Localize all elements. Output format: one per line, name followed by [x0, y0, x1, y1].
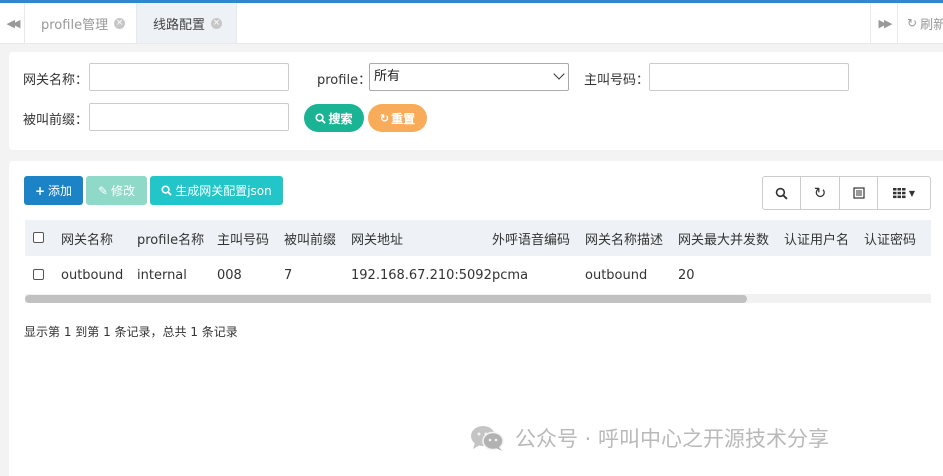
- column-header[interactable]: 认证密码: [864, 220, 916, 256]
- column-header[interactable]: 网关名称: [61, 220, 113, 256]
- add-button-label: 添加: [48, 184, 73, 198]
- table-cell: 20: [678, 267, 695, 283]
- tab-label: profile管理: [41, 17, 109, 33]
- table-search-button[interactable]: [763, 177, 801, 209]
- generate-json-label: 生成网关配置json: [175, 184, 272, 198]
- refresh-icon: ↻: [813, 184, 827, 202]
- column-header[interactable]: 主叫号码: [217, 220, 269, 256]
- refresh-icon: ↻: [907, 16, 918, 30]
- column-header[interactable]: 网关名称描述: [585, 220, 663, 256]
- column-header[interactable]: 网关地址: [351, 220, 403, 256]
- table-row[interactable]: outbound internal 008 7 192.168.67.210:5…: [25, 256, 931, 295]
- search-icon: [315, 112, 327, 124]
- search-icon: [161, 185, 172, 196]
- list-icon: [852, 187, 865, 199]
- columns-dropdown-button[interactable]: ▼: [878, 177, 930, 209]
- select-all-checkbox[interactable]: [33, 232, 44, 243]
- profile-selected-value: 所有: [374, 69, 401, 84]
- plus-icon: +: [34, 183, 46, 198]
- tab-profile-management[interactable]: profile管理 ×: [25, 3, 137, 43]
- tabs-scroll-right-button[interactable]: ▶▶: [870, 3, 898, 43]
- watermark: 公众号 · 呼叫中心之开源技术分享: [469, 422, 829, 454]
- table-header: 网关名称 profile名称 主叫号码 被叫前缀 网关地址 外呼语音编码 网关名…: [25, 220, 931, 256]
- gateway-name-input[interactable]: [89, 63, 289, 91]
- double-chevron-right-icon: ▶▶: [878, 16, 893, 30]
- edit-button[interactable]: ✎ 修改: [86, 176, 147, 205]
- gateway-name-label: 网关名称：: [23, 73, 89, 88]
- tab-route-config[interactable]: 线路配置 ×: [137, 3, 237, 43]
- refresh-label: 刷新: [920, 17, 943, 33]
- row-checkbox[interactable]: [33, 269, 44, 280]
- scrollbar-thumb[interactable]: [25, 295, 747, 303]
- profile-select[interactable]: 所有: [369, 63, 569, 91]
- close-icon[interactable]: ×: [114, 17, 126, 29]
- toggle-card-view-button[interactable]: [840, 177, 878, 209]
- column-header[interactable]: 被叫前缀: [284, 220, 336, 256]
- table-cell: internal: [137, 267, 187, 283]
- wechat-icon: [471, 426, 504, 451]
- chevron-down-icon: [553, 68, 565, 80]
- column-header[interactable]: profile名称: [137, 220, 204, 256]
- table-refresh-button[interactable]: ↻: [801, 177, 840, 209]
- tab-label: 线路配置: [153, 17, 206, 33]
- search-button-label: 搜索: [328, 111, 353, 126]
- edit-button-label: 修改: [111, 184, 136, 198]
- tab-bar: ◀◀ profile管理 × 线路配置 × ▶▶ ↻ 刷新: [0, 3, 943, 44]
- caller-number-input[interactable]: [649, 63, 849, 91]
- search-panel: 网关名称： profile： 所有 主叫号码： 被叫前缀： 搜索 ↻ 重置: [9, 52, 943, 150]
- table-cell: 7: [284, 267, 293, 283]
- reset-button-label: 重置: [391, 111, 416, 126]
- grid-icon: [892, 188, 906, 199]
- generate-json-button[interactable]: 生成网关配置json: [150, 176, 283, 205]
- pagination-info: 显示第 1 到第 1 条记录，总共 1 条记录: [24, 325, 238, 339]
- table-cell: outbound: [61, 267, 124, 283]
- double-chevron-left-icon: ◀◀: [6, 16, 21, 30]
- watermark-text: 公众号 · 呼叫中心之开源技术分享: [515, 427, 830, 451]
- horizontal-scrollbar[interactable]: [25, 294, 931, 303]
- table-cell: pcma: [492, 267, 529, 283]
- add-button[interactable]: + 添加: [24, 176, 83, 205]
- search-button[interactable]: 搜索: [304, 104, 364, 132]
- edit-icon: ✎: [97, 183, 109, 198]
- caret-down-icon: ▼: [908, 188, 916, 198]
- profile-label: profile：: [317, 73, 372, 88]
- refresh-icon: ↻: [379, 111, 390, 125]
- reset-button[interactable]: ↻ 重置: [368, 104, 427, 132]
- column-header[interactable]: 外呼语音编码: [492, 220, 570, 256]
- table-cell: 192.168.67.210:5092: [351, 267, 492, 283]
- caller-number-label: 主叫号码：: [584, 73, 650, 88]
- search-icon: [775, 187, 788, 200]
- refresh-tab-button[interactable]: ↻ 刷新: [897, 3, 943, 43]
- close-icon[interactable]: ×: [211, 17, 223, 29]
- table-cell: 008: [217, 267, 242, 283]
- callee-prefix-input[interactable]: [89, 103, 289, 131]
- tabs-scroll-left-button[interactable]: ◀◀: [0, 3, 25, 43]
- table-cell: outbound: [585, 267, 648, 283]
- table-toolbar: ↻ ▼: [762, 176, 931, 210]
- column-header[interactable]: 认证用户名: [784, 220, 849, 256]
- column-header[interactable]: 网关最大并发数: [678, 220, 769, 256]
- callee-prefix-label: 被叫前缀：: [23, 113, 89, 128]
